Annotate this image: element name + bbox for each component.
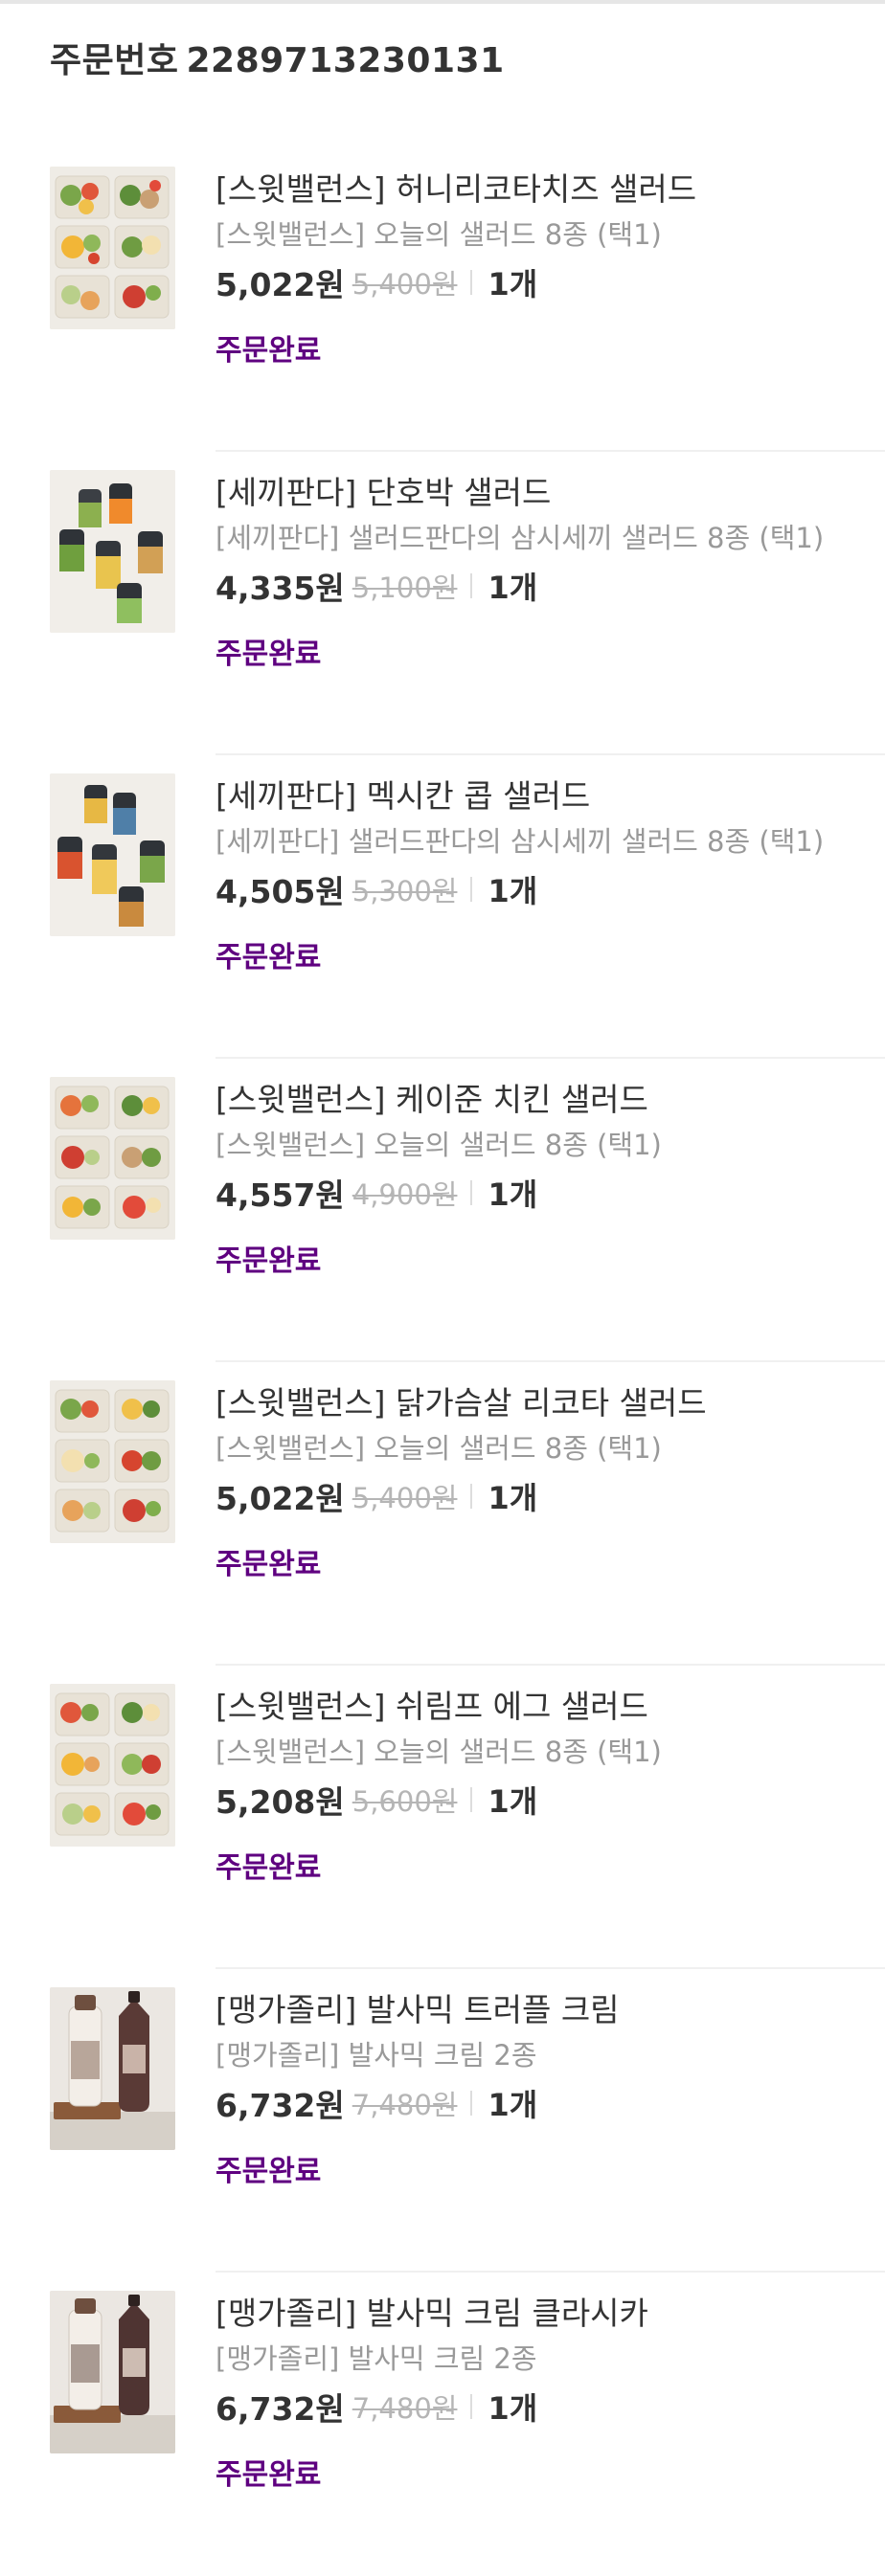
original-price: 5,300원 xyxy=(352,875,458,907)
order-status: 주문완료 xyxy=(216,638,322,671)
price-separator xyxy=(470,270,473,295)
product-title[interactable]: [맹가졸리] 발사믹 크림 클라시카 xyxy=(216,2292,885,2336)
price-row: 5,022원 5,400원 1개 xyxy=(216,1473,885,1519)
price-row: 6,732원 7,480원 1개 xyxy=(216,2080,885,2126)
order-item[interactable]: [맹가졸리] 발사믹 트러플 크림 [맹가졸리] 발사믹 크림 2종 6,732… xyxy=(0,1969,885,2273)
sale-price: 5,022원 xyxy=(216,266,345,303)
salad-jar-icon[interactable] xyxy=(50,773,175,936)
top-divider xyxy=(0,0,885,4)
balsamic-bottle-icon[interactable] xyxy=(50,2291,175,2453)
price-separator xyxy=(470,1484,473,1509)
quantity: 1개 xyxy=(488,2087,538,2123)
product-title[interactable]: [스윗밸런스] 닭가슴살 리코타 샐러드 xyxy=(216,1381,885,1425)
sale-price: 6,732원 xyxy=(216,2087,345,2124)
order-item[interactable]: [스윗밸런스] 허니리코타치즈 샐러드 [스윗밸런스] 오늘의 샐러드 8종 (… xyxy=(0,148,885,452)
quantity: 1개 xyxy=(488,1480,538,1516)
quantity: 1개 xyxy=(488,873,538,909)
original-price: 4,900원 xyxy=(352,1178,458,1211)
price-row: 5,208원 5,600원 1개 xyxy=(216,1777,885,1823)
order-item[interactable]: [세끼판다] 멕시칸 콥 샐러드 [세끼판다] 샐러드판다의 삼시세끼 샐러드 … xyxy=(0,755,885,1059)
order-item[interactable]: [스윗밸런스] 케이준 치킨 샐러드 [스윗밸런스] 오늘의 샐러드 8종 (택… xyxy=(0,1059,885,1362)
price-row: 5,022원 5,400원 1개 xyxy=(216,259,885,305)
price-separator xyxy=(470,2091,473,2116)
quantity: 1개 xyxy=(488,2390,538,2427)
price-row: 6,732원 7,480원 1개 xyxy=(216,2384,885,2430)
order-number-value: 2289713230131 xyxy=(186,41,505,80)
order-status: 주문완료 xyxy=(216,1851,322,1885)
order-status: 주문완료 xyxy=(216,1548,322,1581)
product-title[interactable]: [세끼판다] 멕시칸 콥 샐러드 xyxy=(216,774,885,818)
order-item[interactable]: [세끼판다] 단호박 샐러드 [세끼판다] 샐러드판다의 삼시세끼 샐러드 8종… xyxy=(0,452,885,755)
product-option: [스윗밸런스] 오늘의 샐러드 8종 (택1) xyxy=(216,1432,662,1465)
original-price: 7,480원 xyxy=(352,2089,458,2121)
product-option: [세끼판다] 샐러드판다의 삼시세끼 샐러드 8종 (택1) xyxy=(216,522,825,554)
order-status: 주문완료 xyxy=(216,941,322,974)
original-price: 5,100원 xyxy=(352,571,458,604)
original-price: 5,600원 xyxy=(352,1785,458,1818)
salad-box-icon[interactable] xyxy=(50,167,175,329)
product-option: [맹가졸리] 발사믹 크림 2종 xyxy=(216,2342,537,2375)
order-item-list: [스윗밸런스] 허니리코타치즈 샐러드 [스윗밸런스] 오늘의 샐러드 8종 (… xyxy=(0,148,885,2576)
quantity: 1개 xyxy=(488,266,538,302)
product-option: [맹가졸리] 발사믹 크림 2종 xyxy=(216,2039,537,2072)
balsamic-bottle-icon[interactable] xyxy=(50,1987,175,2150)
product-title[interactable]: [맹가졸리] 발사믹 트러플 크림 xyxy=(216,1988,885,2032)
order-status: 주문완료 xyxy=(216,334,322,368)
order-number-label: 주문번호 xyxy=(50,41,179,80)
product-title[interactable]: [스윗밸런스] 케이준 치킨 샐러드 xyxy=(216,1078,885,1122)
price-separator xyxy=(470,573,473,598)
product-option: [세끼판다] 샐러드판다의 삼시세끼 샐러드 8종 (택1) xyxy=(216,825,825,858)
sale-price: 6,732원 xyxy=(216,2390,345,2428)
product-option: [스윗밸런스] 오늘의 샐러드 8종 (택1) xyxy=(216,218,662,251)
salad-jar-icon[interactable] xyxy=(50,470,175,633)
salad-box-icon[interactable] xyxy=(50,1380,175,1543)
product-title[interactable]: [스윗밸런스] 쉬림프 에그 샐러드 xyxy=(216,1685,885,1729)
order-item[interactable]: [스윗밸런스] 닭가슴살 리코타 샐러드 [스윗밸런스] 오늘의 샐러드 8종 … xyxy=(0,1362,885,1666)
order-item[interactable]: [맹가졸리] 발사믹 크림 클라시카 [맹가졸리] 발사믹 크림 2종 6,73… xyxy=(0,2273,885,2576)
original-price: 5,400원 xyxy=(352,268,458,301)
price-separator xyxy=(470,1180,473,1205)
order-item[interactable]: [스윗밸런스] 쉬림프 에그 샐러드 [스윗밸런스] 오늘의 샐러드 8종 (택… xyxy=(0,1666,885,1969)
order-status: 주문완료 xyxy=(216,2458,322,2492)
product-option: [스윗밸런스] 오늘의 샐러드 8종 (택1) xyxy=(216,1736,662,1768)
price-row: 4,335원 5,100원 1개 xyxy=(216,563,885,609)
order-number-heading: 주문번호 2289713230131 xyxy=(50,33,505,82)
product-title[interactable]: [세끼판다] 단호박 샐러드 xyxy=(216,471,885,515)
price-separator xyxy=(470,877,473,902)
original-price: 7,480원 xyxy=(352,2392,458,2425)
sale-price: 5,208원 xyxy=(216,1783,345,1821)
sale-price: 4,505원 xyxy=(216,873,345,910)
quantity: 1개 xyxy=(488,1176,538,1213)
quantity: 1개 xyxy=(488,1783,538,1820)
order-status: 주문완료 xyxy=(216,1244,322,1278)
original-price: 5,400원 xyxy=(352,1482,458,1514)
order-status: 주문완료 xyxy=(216,2155,322,2188)
sale-price: 4,335원 xyxy=(216,570,345,607)
salad-box-icon[interactable] xyxy=(50,1077,175,1240)
price-separator xyxy=(470,2394,473,2419)
sale-price: 4,557원 xyxy=(216,1176,345,1214)
product-title[interactable]: [스윗밸런스] 허니리코타치즈 샐러드 xyxy=(216,168,885,212)
quantity: 1개 xyxy=(488,570,538,606)
product-option: [스윗밸런스] 오늘의 샐러드 8종 (택1) xyxy=(216,1129,662,1161)
salad-box-icon[interactable] xyxy=(50,1684,175,1847)
price-row: 4,505원 5,300원 1개 xyxy=(216,866,885,912)
price-row: 4,557원 4,900원 1개 xyxy=(216,1170,885,1216)
price-separator xyxy=(470,1787,473,1812)
sale-price: 5,022원 xyxy=(216,1480,345,1517)
